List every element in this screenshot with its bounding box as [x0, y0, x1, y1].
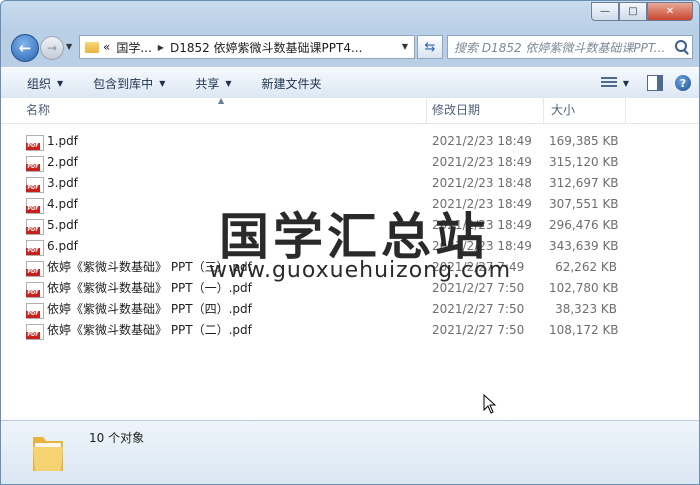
file-size: 169,385 KB — [549, 134, 619, 148]
column-size-label: 大小 — [551, 103, 576, 117]
file-size: 315,120 KB — [549, 155, 619, 169]
mouse-cursor-icon — [483, 394, 497, 414]
back-arrow-icon: ← — [18, 39, 32, 57]
new-folder-label: 新建文件夹 — [261, 76, 322, 91]
folder-icon — [33, 437, 63, 471]
pdf-file-icon: PDF — [26, 303, 44, 319]
breadcrumb-chevron-icon[interactable]: ▶ — [158, 43, 164, 52]
column-modified-label: 修改日期 — [432, 103, 481, 117]
include-in-library-label: 包含到库中 — [93, 76, 154, 91]
file-row[interactable]: PDF 1.pdf 2021/2/23 18:49 169,385 KB — [1, 131, 699, 152]
file-date: 2021/2/27 7:50 — [432, 302, 525, 316]
maximize-button[interactable]: □ — [619, 2, 647, 21]
view-dropdown-icon[interactable]: ▼ — [623, 79, 629, 88]
file-size: 62,262 KB — [555, 260, 617, 274]
file-name: 2.pdf — [47, 155, 78, 169]
file-date: 2021/2/23 18:49 — [432, 155, 532, 169]
refresh-icon: ⇆ — [424, 39, 436, 55]
item-count: 10 个对象 — [89, 431, 145, 445]
organize-label: 组织 — [27, 76, 52, 91]
file-date: 2021/2/27 7:50 — [432, 323, 525, 337]
address-dropdown-icon[interactable]: ▼ — [402, 42, 408, 51]
folder-icon — [85, 41, 99, 53]
back-button[interactable]: ← — [11, 34, 39, 62]
status-bar: 10 个对象 — [1, 420, 699, 484]
pdf-file-icon: PDF — [26, 240, 44, 256]
search-input[interactable]: 搜索 D1852 依婷紫微斗数基础课PPT... — [448, 39, 670, 56]
file-name: 3.pdf — [47, 176, 78, 190]
forward-button[interactable]: → — [40, 36, 64, 60]
search-icon — [675, 40, 687, 52]
file-size: 296,476 KB — [549, 218, 619, 232]
file-row[interactable]: PDF 依婷《紫微斗数基础》 PPT（四）.pdf 2021/2/27 7:50 38… — [1, 299, 699, 320]
file-name: 6.pdf — [47, 239, 78, 253]
chevron-down-icon: ▼ — [225, 78, 232, 88]
pdf-file-icon: PDF — [26, 219, 44, 235]
refresh-button[interactable]: ⇆ — [417, 35, 443, 59]
explorer-window: — □ ✕ ← → ▼ « 国学... ▶ D1852 依婷紫微斗数基础课PPT… — [0, 0, 700, 485]
pdf-file-icon: PDF — [26, 177, 44, 193]
command-bar: 组织 ▼ 包含到库中 ▼ 共享 ▼ 新建文件夹 ▼ ? — [1, 67, 699, 99]
pdf-file-icon: PDF — [26, 282, 44, 298]
file-name: 依婷《紫微斗数基础》 PPT（二）.pdf — [47, 323, 252, 337]
chevron-down-icon: ▼ — [159, 78, 166, 88]
column-name-label: 名称 — [26, 103, 51, 117]
file-size: 108,172 KB — [549, 323, 619, 337]
minimize-button[interactable]: — — [591, 2, 619, 21]
column-header-size[interactable]: 大小 — [545, 98, 626, 123]
organize-button[interactable]: 组织 ▼ — [1, 68, 75, 98]
pdf-file-icon: PDF — [26, 198, 44, 214]
pdf-file-icon: PDF — [26, 324, 44, 340]
recent-pages-dropdown-icon[interactable]: ▼ — [66, 42, 72, 51]
pdf-file-icon: PDF — [26, 261, 44, 277]
pdf-file-icon: PDF — [26, 135, 44, 151]
file-size: 312,697 KB — [549, 176, 619, 190]
file-date: 2021/2/23 18:49 — [432, 134, 532, 148]
file-size: 307,551 KB — [549, 197, 619, 211]
chevron-down-icon: ▼ — [57, 78, 64, 88]
file-size: 102,780 KB — [549, 281, 619, 295]
address-bar[interactable]: « 国学... ▶ D1852 依婷紫微斗数基础课PPT4... ▼ — [79, 35, 415, 59]
toolbar-right: ▼ ? — [600, 68, 691, 98]
file-size: 343,639 KB — [549, 239, 619, 253]
preview-pane-icon[interactable] — [647, 75, 663, 91]
caption-buttons: — □ ✕ — [591, 2, 693, 21]
file-size: 38,323 KB — [555, 302, 617, 316]
close-button[interactable]: ✕ — [647, 2, 693, 21]
help-icon[interactable]: ? — [675, 75, 691, 91]
search-box[interactable]: 搜索 D1852 依婷紫微斗数基础课PPT... — [447, 35, 693, 59]
pdf-file-icon: PDF — [26, 156, 44, 172]
sort-ascending-icon: ▲ — [218, 96, 225, 105]
navigation-bar: ← → ▼ « 国学... ▶ D1852 依婷紫微斗数基础课PPT4... ▼… — [7, 33, 693, 62]
file-row[interactable]: PDF 2.pdf 2021/2/23 18:49 315,120 KB — [1, 152, 699, 173]
file-row[interactable]: PDF 依婷《紫微斗数基础》 PPT（二）.pdf 2021/2/27 7:50 10… — [1, 320, 699, 341]
file-name: 5.pdf — [47, 218, 78, 232]
file-name: 依婷《紫微斗数基础》 PPT（四）.pdf — [47, 302, 252, 316]
breadcrumb-overflow[interactable]: « — [103, 40, 110, 54]
include-in-library-button[interactable]: 包含到库中 ▼ — [75, 68, 177, 98]
column-header-row: 名称 ▲ 修改日期 大小 — [1, 96, 699, 124]
share-button[interactable]: 共享 ▼ — [177, 68, 243, 98]
file-name: 1.pdf — [47, 134, 78, 148]
watermark-url: www.guoxuehuizong.com — [209, 258, 512, 283]
forward-arrow-icon: → — [46, 41, 58, 55]
file-row[interactable]: PDF 3.pdf 2021/2/23 18:48 312,697 KB — [1, 173, 699, 194]
breadcrumb-item-guoxue[interactable]: 国学... — [116, 39, 151, 56]
column-header-modified[interactable]: 修改日期 — [426, 98, 544, 123]
share-label: 共享 — [195, 76, 220, 91]
new-folder-button[interactable]: 新建文件夹 — [244, 68, 334, 98]
file-name: 4.pdf — [47, 197, 78, 211]
breadcrumb-item-current-folder[interactable]: D1852 依婷紫微斗数基础课PPT4... — [170, 39, 362, 56]
file-date: 2021/2/23 18:48 — [432, 176, 532, 190]
view-options-icon[interactable] — [600, 77, 617, 89]
